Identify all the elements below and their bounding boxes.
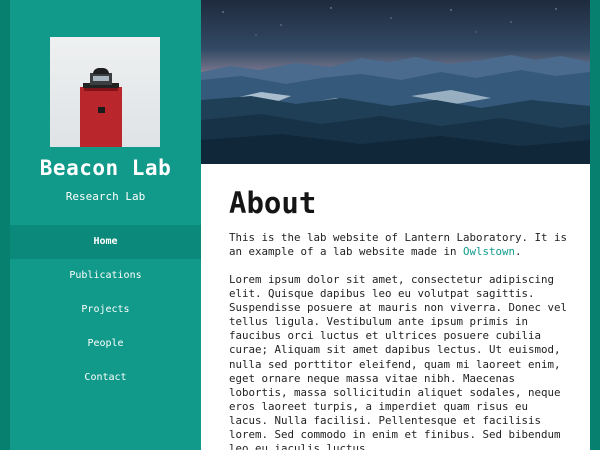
sidebar: Beacon Lab Research Lab Home Publication… bbox=[10, 0, 201, 450]
nav-item-projects[interactable]: Projects bbox=[10, 293, 201, 327]
lighthouse-cap bbox=[93, 68, 109, 74]
lighthouse-rail bbox=[84, 88, 118, 91]
intro-period: . bbox=[515, 245, 522, 259]
nav-item-publications[interactable]: Publications bbox=[10, 259, 201, 293]
nav-item-contact[interactable]: Contact bbox=[10, 361, 201, 395]
sidebar-nav: Home Publications Projects People Contac… bbox=[10, 225, 201, 395]
mountain-scene-icon bbox=[201, 7, 590, 164]
lighthouse-logo[interactable] bbox=[50, 37, 160, 147]
site-brand[interactable]: Beacon Lab bbox=[10, 156, 201, 180]
lighthouse-lantern-glass bbox=[93, 76, 109, 81]
mountain-hero-image bbox=[201, 0, 590, 164]
lighthouse-tower bbox=[80, 87, 122, 147]
owlstown-link[interactable]: Owlstown bbox=[463, 245, 515, 258]
intro-paragraph: This is the lab website of Lantern Labor… bbox=[229, 231, 569, 259]
nav-item-home[interactable]: Home bbox=[10, 225, 201, 259]
site-tagline: Research Lab bbox=[65, 190, 146, 203]
main-content: About This is the lab website of Lantern… bbox=[201, 0, 590, 450]
body-paragraph: Lorem ipsum dolor sit amet, consectetur … bbox=[229, 273, 568, 450]
right-frame-edge bbox=[590, 0, 600, 450]
page-title: About bbox=[229, 186, 317, 220]
nav-item-people[interactable]: People bbox=[10, 327, 201, 361]
